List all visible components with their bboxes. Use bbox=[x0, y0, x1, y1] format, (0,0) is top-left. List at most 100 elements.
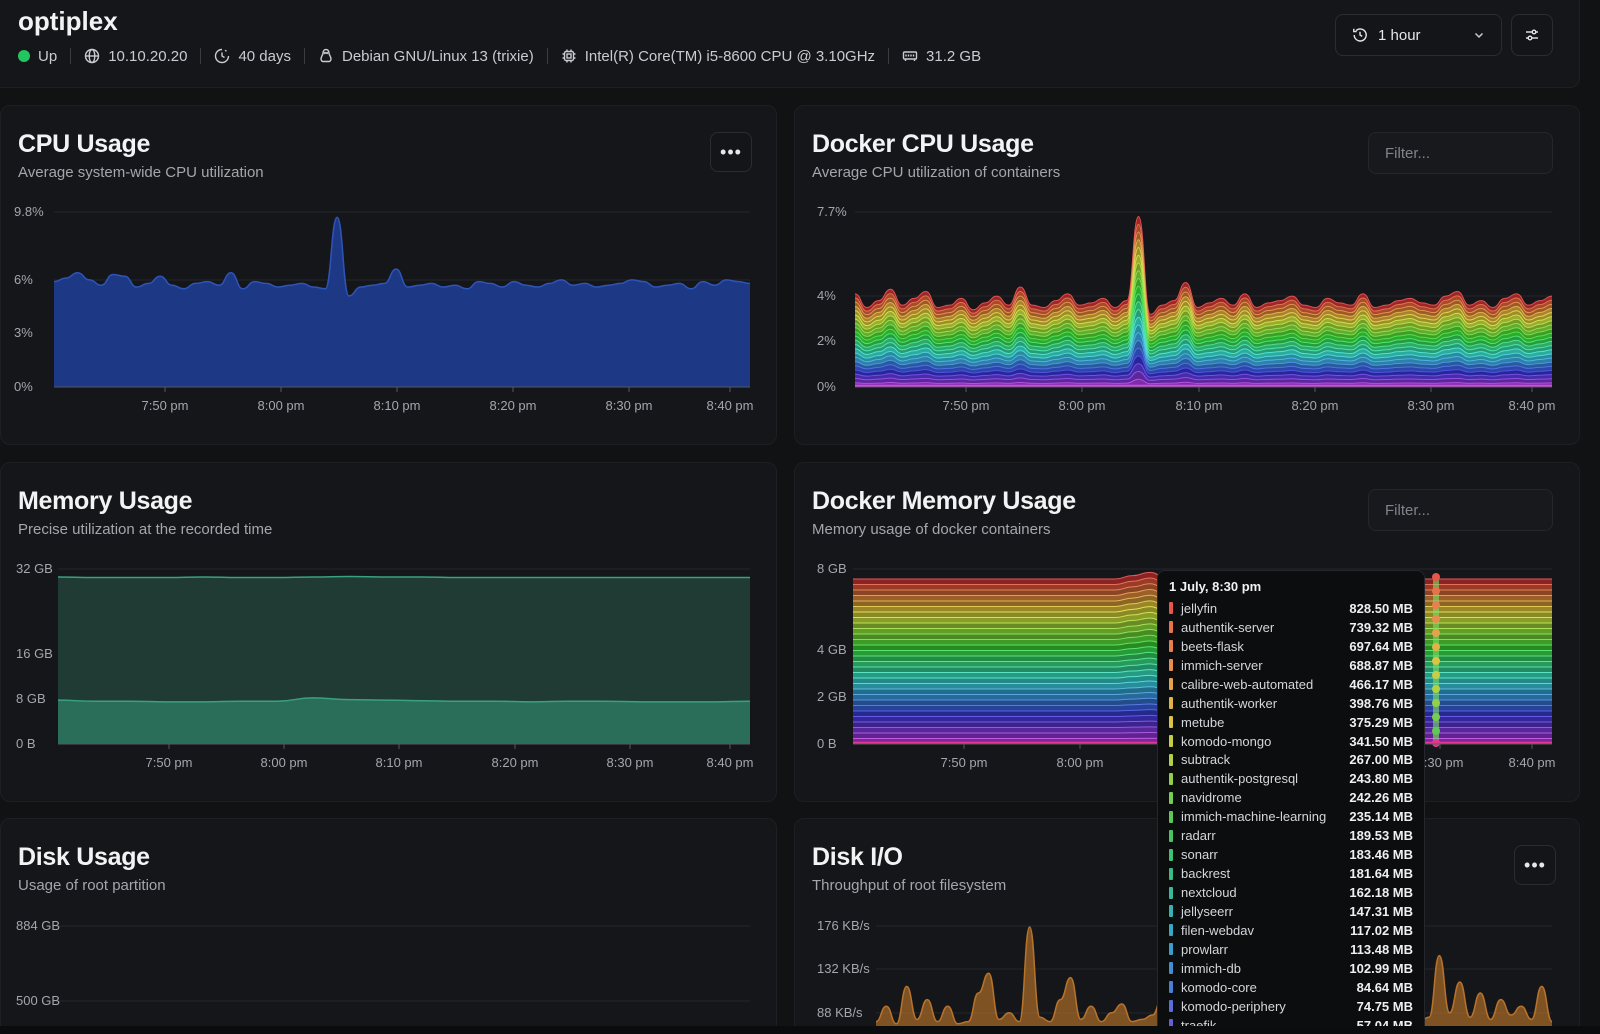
x-tick-label: 7:50 pm bbox=[142, 398, 189, 413]
tooltip-row: metube 375.29 MB bbox=[1169, 713, 1413, 732]
hover-point bbox=[1432, 587, 1440, 595]
series-name: calibre-web-automated bbox=[1181, 676, 1314, 692]
series-value: 688.87 MB bbox=[1349, 657, 1413, 673]
series-swatch bbox=[1169, 772, 1173, 785]
y-tick-label: 6% bbox=[14, 272, 33, 287]
x-tick-label: 8:00 pm bbox=[258, 398, 305, 413]
hover-point bbox=[1432, 643, 1440, 651]
series-value: 466.17 MB bbox=[1349, 676, 1413, 692]
series-name: jellyseerr bbox=[1181, 903, 1234, 919]
series-name: subtrack bbox=[1181, 752, 1231, 768]
series-value: 181.64 MB bbox=[1349, 866, 1413, 882]
y-tick-label: 9.8% bbox=[14, 204, 44, 219]
series-swatch bbox=[1169, 602, 1173, 615]
tooltip-row: nextcloud 162.18 MB bbox=[1169, 883, 1413, 902]
bottom-edge bbox=[0, 1026, 1600, 1034]
x-tick-label: 8:30 pm bbox=[1408, 398, 1455, 413]
series-swatch bbox=[1169, 697, 1173, 710]
tooltip-row: radarr 189.53 MB bbox=[1169, 826, 1413, 845]
series-value: 243.80 MB bbox=[1349, 771, 1413, 787]
x-tick-label: 8:40 pm bbox=[1509, 398, 1556, 413]
series-name: authentik-worker bbox=[1181, 695, 1278, 711]
y-tick-label: 4% bbox=[817, 288, 836, 303]
series-swatch bbox=[1169, 659, 1173, 672]
y-tick-label: 0% bbox=[14, 379, 33, 394]
series-name: immich-server bbox=[1181, 657, 1263, 673]
tooltip-row: prowlarr 113.48 MB bbox=[1169, 940, 1413, 959]
tooltip-row: calibre-web-automated 466.17 MB bbox=[1169, 675, 1413, 694]
x-tick-label: 8:40 pm bbox=[707, 755, 754, 770]
tooltip-row: immich-machine-learning 235.14 MB bbox=[1169, 807, 1413, 826]
series-name: komodo-mongo bbox=[1181, 733, 1272, 749]
series-value: 183.46 MB bbox=[1349, 847, 1413, 863]
series-swatch bbox=[1169, 621, 1173, 634]
x-tick-label: 8:10 pm bbox=[1176, 398, 1223, 413]
series-name: backrest bbox=[1181, 866, 1231, 882]
tooltip-row: backrest 181.64 MB bbox=[1169, 864, 1413, 883]
tooltip-row: immich-db 102.99 MB bbox=[1169, 959, 1413, 978]
series-name: navidrome bbox=[1181, 790, 1242, 806]
x-tick-label: 8:20 pm bbox=[490, 398, 537, 413]
series-value: 341.50 MB bbox=[1349, 733, 1413, 749]
series-swatch bbox=[1169, 829, 1173, 842]
y-tick-label: 176 KB/s bbox=[817, 918, 870, 933]
series-value: 117.02 MB bbox=[1350, 922, 1413, 938]
x-tick-label: 8:30 pm bbox=[607, 755, 654, 770]
tooltip-row: subtrack 267.00 MB bbox=[1169, 751, 1413, 770]
series-value: 697.64 MB bbox=[1349, 638, 1413, 654]
series-name: immich-db bbox=[1181, 960, 1241, 976]
series-name: authentik-server bbox=[1181, 619, 1275, 635]
series-swatch bbox=[1169, 867, 1173, 880]
y-tick-label: 16 GB bbox=[16, 646, 53, 661]
series-value: 235.14 MB bbox=[1349, 809, 1413, 825]
chart-tooltip: 1 July, 8:30 pm jellyfin 828.50 MB authent… bbox=[1157, 570, 1425, 1034]
tooltip-row: authentik-postgresql 243.80 MB bbox=[1169, 769, 1413, 788]
series-name: authentik-postgresql bbox=[1181, 771, 1299, 787]
series-swatch bbox=[1169, 716, 1173, 729]
series-value: 398.76 MB bbox=[1349, 695, 1413, 711]
series-name: metube bbox=[1181, 714, 1225, 730]
series-swatch bbox=[1169, 735, 1173, 748]
series-name: radarr bbox=[1181, 828, 1216, 844]
cpu-area bbox=[54, 217, 750, 387]
series-swatch bbox=[1169, 943, 1173, 956]
series-value: 828.50 MB bbox=[1349, 600, 1413, 616]
tooltip-rows: jellyfin 828.50 MB authentik-server 739.32 … bbox=[1169, 599, 1413, 1033]
hover-point bbox=[1432, 739, 1440, 747]
x-tick-label: 8:20 pm bbox=[1292, 398, 1339, 413]
x-tick-label: 8:10 pm bbox=[374, 398, 421, 413]
series-swatch bbox=[1169, 810, 1173, 823]
series-swatch bbox=[1169, 678, 1173, 691]
series-value: 375.29 MB bbox=[1349, 714, 1413, 730]
series-name: immich-machine-learning bbox=[1181, 809, 1327, 825]
series-name: filen-webdav bbox=[1181, 922, 1254, 938]
tooltip-row: komodo-core 84.64 MB bbox=[1169, 978, 1413, 997]
series-swatch bbox=[1169, 791, 1173, 804]
x-tick-label: 8:00 pm bbox=[1059, 398, 1106, 413]
y-tick-label: 0% bbox=[817, 379, 836, 394]
x-tick-label: 7:50 pm bbox=[941, 755, 988, 770]
series-name: nextcloud bbox=[1181, 885, 1237, 901]
x-tick-label: 8:40 pm bbox=[1509, 755, 1556, 770]
series-value: 84.64 MB bbox=[1356, 979, 1413, 995]
tooltip-row: filen-webdav 117.02 MB bbox=[1169, 921, 1413, 940]
y-tick-label: 2% bbox=[817, 333, 836, 348]
series-swatch bbox=[1169, 905, 1173, 918]
hover-point bbox=[1432, 713, 1440, 721]
tooltip-row: komodo-mongo 341.50 MB bbox=[1169, 732, 1413, 751]
series-value: 242.26 MB bbox=[1349, 790, 1413, 806]
series-name: prowlarr bbox=[1181, 941, 1228, 957]
y-tick-label: 884 GB bbox=[16, 918, 60, 933]
hover-point bbox=[1432, 671, 1440, 679]
hover-point bbox=[1432, 573, 1440, 581]
series-name: jellyfin bbox=[1181, 600, 1218, 616]
series-swatch bbox=[1169, 962, 1173, 975]
memory-used-area bbox=[58, 697, 750, 744]
y-tick-label: 0 B bbox=[817, 736, 837, 751]
hover-point bbox=[1432, 629, 1440, 637]
y-tick-label: 7.7% bbox=[817, 204, 847, 219]
series-value: 74.75 MB bbox=[1356, 998, 1413, 1014]
series-name: beets-flask bbox=[1181, 638, 1244, 654]
y-tick-label: 2 GB bbox=[817, 689, 847, 704]
series-swatch bbox=[1169, 848, 1173, 861]
